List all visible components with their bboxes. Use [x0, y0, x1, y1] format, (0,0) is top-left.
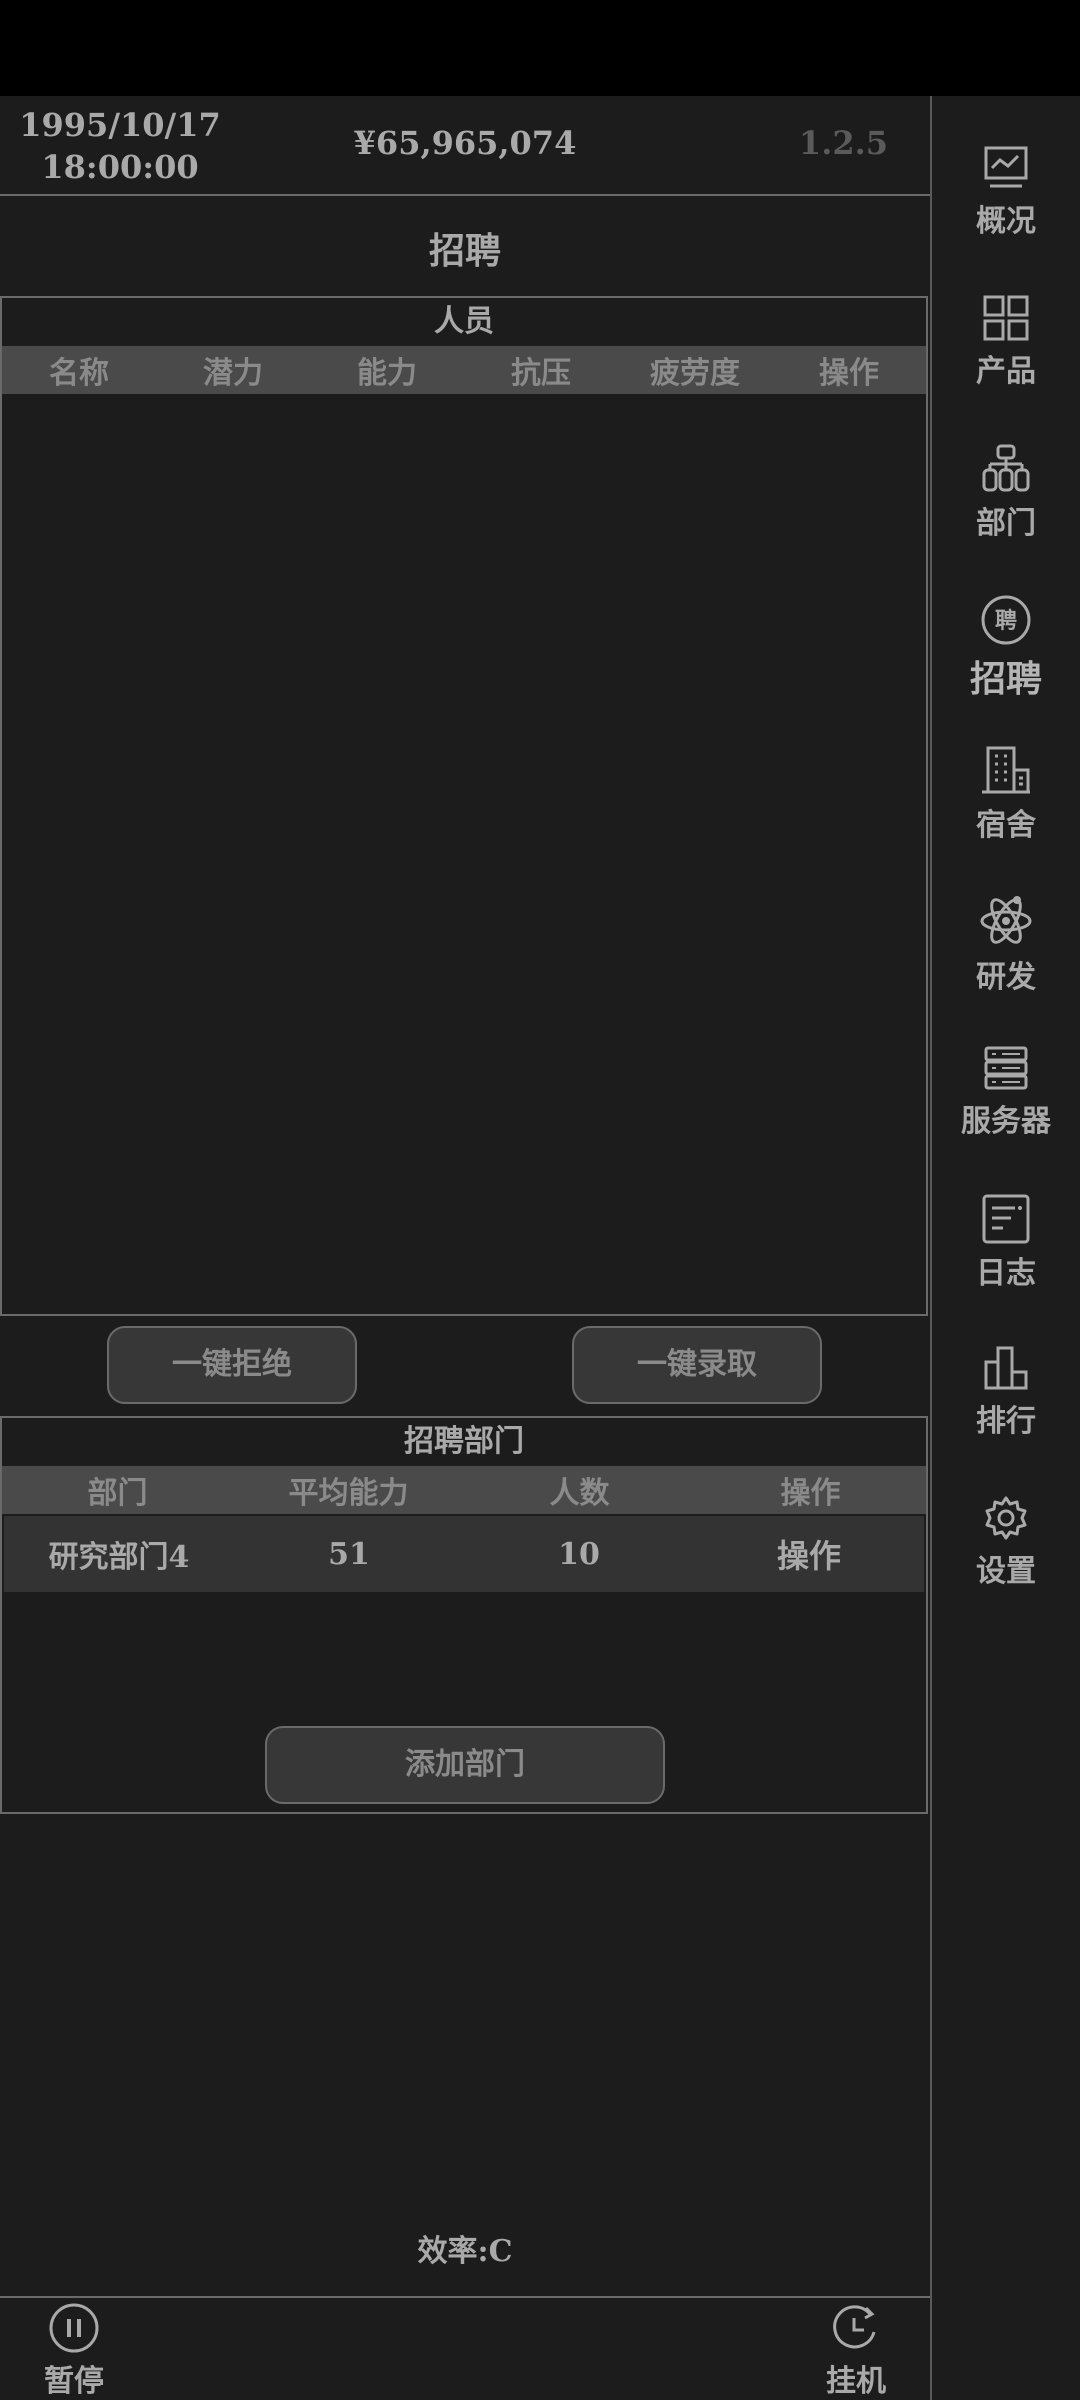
settings-gear-icon: [985, 1496, 1027, 1540]
recruit-icon-text: 聘: [995, 609, 1017, 634]
sidebar-item-label: 部门: [976, 506, 1036, 541]
dept-name: 研究部门4: [48, 1540, 190, 1575]
version-label: 1.2.5: [798, 124, 888, 162]
sidebar-item-recruit[interactable]: 聘 招聘: [932, 594, 1080, 702]
afk-clock-icon: [833, 2305, 876, 2349]
dept-avg-ability: 51: [328, 1536, 370, 1572]
sidebar-item-label: 服务器: [961, 1104, 1051, 1139]
page-title: 招聘: [428, 230, 501, 272]
sidebar-item-department[interactable]: 部门: [932, 444, 1080, 542]
sidebar-item-log[interactable]: 日志: [932, 1194, 1080, 1292]
column-header-avg-ability: 平均能力: [288, 1476, 409, 1511]
dormitory-building-icon: [982, 746, 1030, 794]
game-time: 18:00:00: [41, 148, 199, 186]
staff-table-header: 名称 潜力 能力 抗压 疲劳度 操作: [2, 346, 926, 394]
pause-label: 暂停: [44, 2364, 104, 2399]
sidebar-item-research[interactable]: 研发: [932, 894, 1080, 996]
sidebar-item-label: 招聘: [969, 658, 1042, 700]
reject-all-button[interactable]: 一键拒绝: [107, 1326, 357, 1404]
overview-chart-icon: [984, 146, 1028, 188]
sidebar-item-server[interactable]: 服务器: [932, 1044, 1080, 1140]
department-org-icon: [982, 444, 1030, 492]
bottom-divider: [0, 2296, 930, 2298]
sidebar-item-label: 日志: [976, 1256, 1036, 1291]
game-date: 1995/10/17: [19, 106, 221, 144]
afk-button[interactable]: 挂机: [806, 2302, 906, 2400]
staff-list-empty[interactable]: [2, 394, 926, 1304]
sidebar-item-label: 概况: [976, 204, 1036, 239]
column-header-fatigue: 疲劳度: [650, 356, 740, 391]
efficiency-rating: 效率:C: [417, 2234, 513, 2269]
research-atom-icon: [980, 896, 1032, 944]
column-header-count: 人数: [549, 1476, 610, 1511]
column-header-name: 名称: [49, 356, 109, 391]
accept-all-button[interactable]: 一键录取: [572, 1326, 822, 1404]
dept-table-header: 部门 平均能力 人数 操作: [2, 1466, 926, 1514]
dept-action-button[interactable]: 操作: [694, 1531, 924, 1577]
table-row: 研究部门4 51 10 操作: [4, 1516, 924, 1592]
dept-count: 10: [558, 1536, 600, 1572]
dept-panel-title: 招聘部门: [404, 1424, 524, 1459]
column-header-action: 操作: [819, 356, 879, 391]
sidebar-item-product[interactable]: 产品: [932, 294, 1080, 390]
column-header-department: 部门: [87, 1476, 148, 1511]
pause-button[interactable]: 暂停: [24, 2302, 124, 2400]
pause-icon: [49, 2303, 99, 2353]
ranking-bars-icon: [984, 1346, 1028, 1390]
recruit-icon: 聘: [981, 595, 1031, 645]
staff-panel: 人员 名称 潜力 能力 抗压 疲劳度 操作: [0, 296, 928, 1316]
money-balance: ¥65,965,074: [353, 124, 577, 162]
sidebar-item-settings[interactable]: 设置: [932, 1494, 1080, 1590]
game-datetime: 1995/10/17 18:00:00: [0, 104, 240, 188]
sidebar-item-label: 宿舍: [976, 808, 1036, 843]
sidebar-item-label: 研发: [976, 960, 1036, 995]
column-header-ability: 能力: [357, 356, 417, 391]
sidebar-item-overview[interactable]: 概况: [932, 144, 1080, 240]
column-header-stress: 抗压: [511, 356, 571, 391]
sidebar-item-dormitory[interactable]: 宿舍: [932, 744, 1080, 844]
sidebar-item-ranking[interactable]: 排行: [932, 1344, 1080, 1440]
staff-panel-title: 人员: [434, 304, 494, 339]
sidebar-item-label: 设置: [976, 1554, 1036, 1589]
add-department-button[interactable]: 添加部门: [265, 1726, 665, 1804]
top-info-bar: 1995/10/17 18:00:00 ¥65,965,074 1.2.5: [0, 96, 930, 196]
column-header-potential: 潜力: [203, 356, 263, 391]
main-area: 1995/10/17 18:00:00 ¥65,965,074 1.2.5 招聘…: [0, 96, 930, 2400]
sidebar-item-label: 排行: [976, 1404, 1036, 1439]
system-status-bar: [0, 0, 1080, 96]
log-document-icon: [982, 1194, 1030, 1244]
product-grid-icon: [983, 295, 1029, 341]
afk-label: 挂机: [826, 2364, 886, 2399]
sidebar-item-label: 产品: [976, 354, 1036, 389]
server-icon: [984, 1046, 1028, 1090]
column-header-dept-action: 操作: [780, 1476, 841, 1511]
